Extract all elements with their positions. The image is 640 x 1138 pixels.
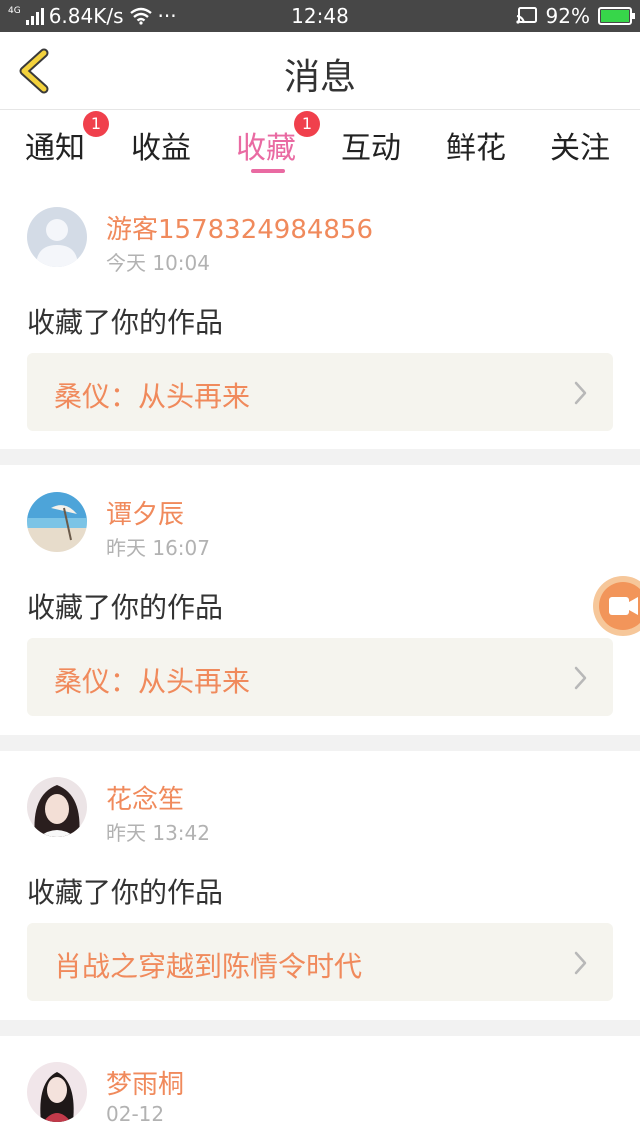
tab-interaction[interactable]: 互动 — [341, 123, 401, 167]
tab-label: 关注 — [550, 131, 610, 166]
chevron-right-icon — [574, 951, 587, 975]
avatar[interactable] — [27, 1062, 87, 1122]
avatar[interactable] — [27, 492, 87, 552]
username[interactable]: 花念笙 — [106, 779, 184, 816]
avatar[interactable] — [27, 207, 87, 267]
message-time: 02-12 — [106, 1102, 165, 1126]
floating-video-button[interactable] — [593, 576, 640, 636]
tab-favorites[interactable]: 收藏 1 — [236, 111, 320, 167]
work-link[interactable]: 肖战之穿越到陈情令时代 — [27, 923, 613, 1001]
status-bar: 4G 6.84K/s ··· 12:48 92% — [0, 0, 640, 32]
chevron-right-icon — [574, 381, 587, 405]
message-time: 今天 10:04 — [106, 251, 210, 275]
work-title: 桑仪：从头再来 — [54, 380, 251, 413]
work-title: 桑仪：从头再来 — [54, 665, 251, 698]
tab-notification[interactable]: 通知 1 — [25, 111, 109, 167]
message-time: 昨天 13:42 — [106, 821, 210, 845]
video-camera-icon — [609, 597, 638, 615]
card-divider — [0, 735, 640, 751]
tab-bar: 通知 1 收益 收藏 1 互动 鲜花 关注 — [0, 111, 640, 181]
unread-badge: 1 — [83, 111, 109, 137]
tab-flowers[interactable]: 鲜花 — [446, 123, 506, 167]
cast-icon — [515, 7, 537, 24]
tab-earnings[interactable]: 收益 — [131, 123, 191, 167]
tab-following[interactable]: 关注 — [550, 123, 610, 167]
page-title: 消息 — [283, 57, 356, 98]
username[interactable]: 游客1578324984856 — [106, 209, 373, 246]
active-tab-indicator — [251, 169, 285, 173]
tab-label: 收藏 — [236, 131, 296, 166]
message-text: 收藏了你的作品 — [27, 876, 224, 909]
work-title: 肖战之穿越到陈情令时代 — [54, 950, 363, 983]
username[interactable]: 梦雨桐 — [106, 1064, 184, 1101]
username[interactable]: 谭夕辰 — [106, 494, 184, 531]
unread-badge: 1 — [294, 111, 320, 137]
message-text: 收藏了你的作品 — [27, 591, 224, 624]
card-divider — [0, 1020, 640, 1036]
message-time: 昨天 16:07 — [106, 536, 210, 560]
float-button-face — [599, 582, 640, 630]
message-card: 谭夕辰 昨天 16:07 收藏了你的作品 桑仪：从头再来 — [0, 466, 640, 734]
status-right: 92% — [515, 4, 635, 28]
battery-percent: 92% — [545, 4, 590, 28]
card-divider — [0, 449, 640, 465]
tab-label: 互动 — [341, 131, 401, 166]
message-card: 花念笙 昨天 13:42 收藏了你的作品 肖战之穿越到陈情令时代 — [0, 751, 640, 1019]
tab-label: 通知 — [25, 131, 85, 166]
tab-label: 收益 — [131, 131, 191, 166]
chevron-right-icon — [574, 666, 587, 690]
avatar[interactable] — [27, 777, 87, 837]
message-card: 梦雨桐 02-12 — [0, 1036, 640, 1138]
message-text: 收藏了你的作品 — [27, 306, 224, 339]
message-card: 游客1578324984856 今天 10:04 收藏了你的作品 桑仪：从头再来 — [0, 181, 640, 449]
battery-icon — [598, 7, 635, 25]
work-link[interactable]: 桑仪：从头再来 — [27, 638, 613, 716]
header: 消息 — [0, 32, 640, 110]
work-link[interactable]: 桑仪：从头再来 — [27, 353, 613, 431]
tab-label: 鲜花 — [446, 131, 506, 166]
